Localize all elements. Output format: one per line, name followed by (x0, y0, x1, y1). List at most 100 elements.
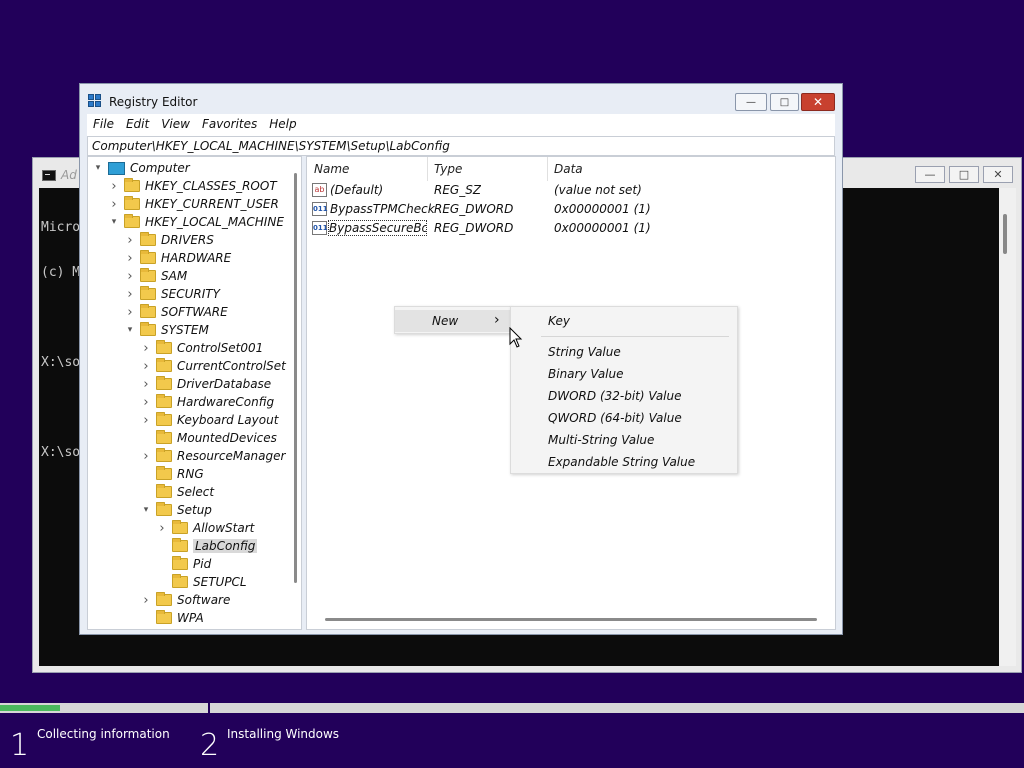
tree-node-setup[interactable]: ▾ Setup (140, 501, 212, 519)
chevron-right-icon[interactable]: › (124, 233, 136, 248)
registry-tree[interactable]: ▾ Computer › HKEY_CLASSES_ROOT › HKEY_CURRENT… (87, 156, 302, 630)
tree-node-resourcemanager[interactable]: › ResourceManager (140, 447, 285, 465)
mouse-cursor-icon (509, 327, 523, 348)
chevron-down-icon[interactable]: ▾ (124, 325, 136, 335)
setup-progress-fill (0, 705, 60, 711)
folder-icon (156, 610, 172, 624)
tree-node-label: DriverDatabase (177, 377, 272, 391)
submenu-expandable-string-value[interactable]: Expandable String Value (511, 451, 737, 473)
tree-node-software[interactable]: › SOFTWARE (124, 303, 228, 321)
regedit-titlebar[interactable]: Registry Editor — □ ✕ (80, 84, 842, 116)
column-header-name[interactable]: Name (307, 157, 427, 181)
menu-edit[interactable]: Edit (120, 114, 155, 136)
submenu-binary-value[interactable]: Binary Value (511, 363, 737, 385)
tree-node-hkey-classes-root[interactable]: › HKEY_CLASSES_ROOT (108, 177, 277, 195)
tree-scrollbar[interactable] (292, 163, 300, 623)
submenu-multistring-value[interactable]: Multi-String Value (511, 429, 737, 451)
restore-button[interactable]: □ (770, 93, 799, 111)
tree-node-hardwareconfig[interactable]: › HardwareConfig (140, 393, 274, 411)
tree-node-keyboard-layout[interactable]: › Keyboard Layout (140, 411, 278, 429)
submenu-key[interactable]: Key (511, 310, 737, 332)
tree-node-mounteddevices[interactable]: MountedDevices (140, 429, 277, 447)
tree-node-hardware[interactable]: › HARDWARE (124, 249, 231, 267)
submenu-string-value[interactable]: String Value (511, 341, 737, 363)
chevron-right-icon[interactable]: › (124, 305, 136, 320)
chevron-right-icon[interactable]: › (140, 359, 152, 374)
value-row-default[interactable]: ab (Default) REG_SZ (value not set) (307, 181, 835, 200)
console-scrollbar[interactable] (999, 188, 1016, 666)
menu-file[interactable]: File (87, 114, 120, 136)
chevron-right-icon[interactable]: › (140, 593, 152, 608)
column-header-data[interactable]: Data (547, 157, 747, 181)
chevron-right-icon[interactable]: › (140, 395, 152, 410)
folder-icon (172, 574, 188, 588)
address-bar[interactable]: Computer\HKEY_LOCAL_MACHINE\SYSTEM\Setup… (87, 136, 835, 156)
chevron-right-icon[interactable]: › (108, 179, 120, 194)
chevron-right-icon[interactable]: › (156, 521, 168, 536)
step-label: Installing Windows (227, 727, 340, 741)
close-button[interactable]: ✕ (801, 93, 835, 111)
column-header-type[interactable]: Type (427, 157, 547, 181)
console-scroll-thumb[interactable] (1003, 214, 1007, 254)
tree-node-label: SAM (161, 269, 188, 283)
tree-node-drivers[interactable]: › DRIVERS (124, 231, 214, 249)
chevron-down-icon[interactable]: ▾ (140, 505, 152, 515)
tree-node-label: CurrentControlSet (177, 359, 286, 373)
tree-node-labconfig[interactable]: LabConfig (156, 537, 258, 555)
value-row-bypasstpmcheck[interactable]: 011 BypassTPMCheck REG_DWORD 0x00000001 … (307, 200, 835, 219)
console-close-button[interactable]: ✕ (983, 166, 1013, 183)
tree-node-wpa[interactable]: WPA (140, 609, 204, 627)
tree-node-hkey-current-user[interactable]: › HKEY_CURRENT_USER (108, 195, 279, 213)
value-data: 0x00000001 (1) (554, 221, 651, 235)
tree-node-hkey-local-machine[interactable]: ▾ HKEY_LOCAL_MACHINE (108, 213, 284, 231)
tree-node-select[interactable]: Select (140, 483, 214, 501)
submenu-dword-value[interactable]: DWORD (32-bit) Value (511, 385, 737, 407)
folder-icon (156, 592, 172, 606)
tree-node-label: HardwareConfig (177, 395, 275, 409)
tree-node-allowstart[interactable]: › AllowStart (156, 519, 254, 537)
tree-node-software[interactable]: › Software (140, 591, 230, 609)
value-row-bypasssecureboot[interactable]: 011 BypassSecureBo... REG_DWORD 0x000000… (307, 219, 835, 238)
console-restore-button[interactable]: □ (949, 166, 979, 183)
chevron-right-icon[interactable]: › (140, 449, 152, 464)
console-minimize-button[interactable]: — (915, 166, 945, 183)
tree-node-computer[interactable]: ▾ Computer (92, 159, 190, 177)
context-menu-new[interactable]: New › (395, 310, 510, 332)
tree-node-controlset001[interactable]: › ControlSet001 (140, 339, 263, 357)
tree-node-rng[interactable]: RNG (140, 465, 204, 483)
chevron-right-icon[interactable]: › (124, 269, 136, 284)
tree-node-setupcl[interactable]: SETUPCL (156, 573, 247, 591)
tree-node-label: WPA (177, 611, 204, 625)
menu-help[interactable]: Help (263, 114, 302, 136)
tree-node-driverdatabase[interactable]: › DriverDatabase (140, 375, 271, 393)
folder-icon (156, 484, 172, 498)
chevron-right-icon[interactable]: › (124, 251, 136, 266)
tree-node-currentcontrolset[interactable]: › CurrentControlSet (140, 357, 286, 375)
tree-node-label: ControlSet001 (177, 341, 264, 355)
tree-node-pid[interactable]: Pid (156, 555, 211, 573)
minimize-button[interactable]: — (735, 93, 767, 111)
menu-favorites[interactable]: Favorites (196, 114, 263, 136)
tree-node-system[interactable]: ▾ SYSTEM (124, 321, 209, 339)
value-data: 0x00000001 (1) (554, 202, 651, 216)
chevron-right-icon[interactable]: › (124, 287, 136, 302)
tree-node-sam[interactable]: › SAM (124, 267, 187, 285)
value-name: (Default) (330, 183, 384, 197)
console-title: Ad (61, 168, 77, 182)
value-name: BypassTPMCheck (330, 202, 435, 216)
chevron-down-icon[interactable]: ▾ (92, 163, 104, 173)
chevron-right-icon[interactable]: › (140, 341, 152, 356)
tree-node-security[interactable]: › SECURITY (124, 285, 220, 303)
menu-view[interactable]: View (155, 114, 196, 136)
chevron-right-icon[interactable]: › (108, 197, 120, 212)
submenu-qword-value[interactable]: QWORD (64-bit) Value (511, 407, 737, 429)
list-horizontal-scrollbar[interactable] (325, 618, 817, 621)
chevron-right-icon[interactable]: › (140, 413, 152, 428)
menu-bar: File Edit View Favorites Help (87, 114, 835, 136)
tree-scroll-thumb[interactable] (294, 173, 297, 583)
value-name: BypassSecureBo... (328, 220, 427, 236)
folder-icon (172, 556, 188, 570)
chevron-right-icon[interactable]: › (140, 377, 152, 392)
chevron-down-icon[interactable]: ▾ (108, 217, 120, 227)
value-type: REG_DWORD (434, 221, 514, 235)
